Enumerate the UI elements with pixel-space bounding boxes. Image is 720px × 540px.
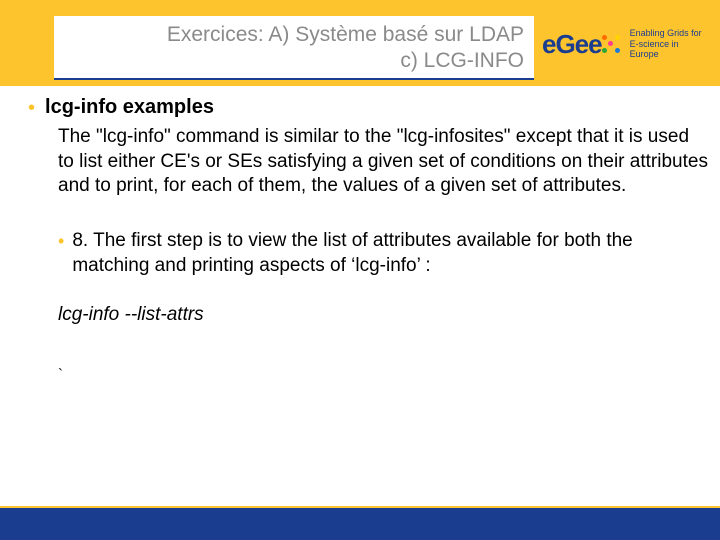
intro-paragraph: The "lcg-info" command is similar to the… [58,125,708,199]
tagline-line-2: E-science in Europe [630,39,710,60]
command-line: lcg-info --list-attrs [58,304,708,326]
bullet-heading-row: • lcg-info examples [28,96,708,119]
bullet-icon: • [58,232,64,250]
egee-logo: eGee Enabling Grids for E-science in Eur… [542,14,710,74]
title-line-2: c) LCG-INFO [400,48,524,74]
tagline-line-1: Enabling Grids for [630,28,710,38]
content-area: • lcg-info examples The "lcg-info" comma… [28,96,708,383]
trailing-mark: ` [58,366,708,383]
title-box: Exercices: A) Système basé sur LDAP c) L… [54,16,534,80]
footer-band [0,506,720,540]
bullet-icon: • [28,98,35,118]
logo-mark: eGee [542,29,622,60]
logo-dots-icon [600,33,622,55]
logo-tagline: Enabling Grids for E-science in Europe [630,28,710,59]
title-line-1: Exercices: A) Système basé sur LDAP [167,22,524,48]
step-8-row: • 8. The first step is to view the list … [58,229,708,278]
step-8-text: 8. The first step is to view the list of… [72,229,708,278]
logo-text: eGee [542,29,602,60]
section-heading: lcg-info examples [45,96,214,119]
